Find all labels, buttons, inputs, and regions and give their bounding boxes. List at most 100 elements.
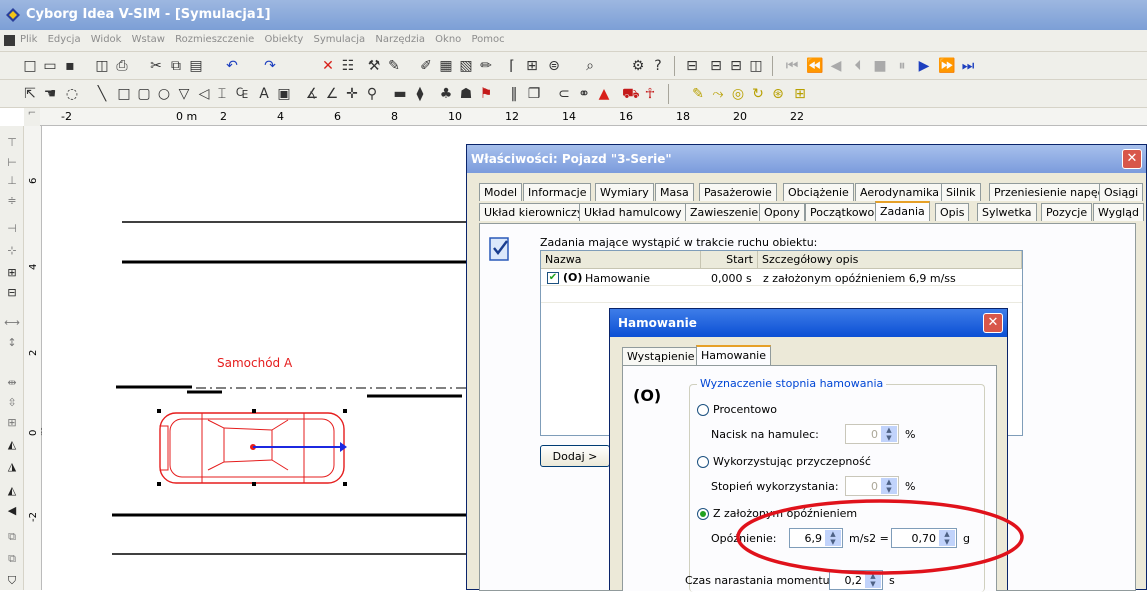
fence-icon[interactable]: ⊞ [792,86,808,102]
hand-icon[interactable]: ☚ [42,86,58,102]
space-icon[interactable]: ⊞ [4,416,20,430]
target-icon[interactable]: ⊛ [770,86,786,102]
go-end-icon[interactable]: ⏭ [960,58,976,74]
copy-icon[interactable]: ⧉ [168,58,184,74]
align-center-icon[interactable]: ⊹ [4,244,20,258]
column-header-opis[interactable]: Szczegółowy opis [758,251,1022,269]
bike-icon[interactable]: ⚭ [576,86,592,102]
tab-poczatkowo[interactable]: Początkowo [805,203,880,221]
tab-opis[interactable]: Opis [935,203,970,221]
properties-icon[interactable]: ☷ [340,58,356,74]
document-menu-icon[interactable] [4,35,15,46]
angle2-icon[interactable]: ∠ [324,86,340,102]
ungroup-icon[interactable]: ⊟ [4,286,20,300]
symbol-icon[interactable]: ₠ [234,86,250,102]
box-icon[interactable]: ❐ [526,86,542,102]
tab-wyglad[interactable]: Wygląd [1093,203,1144,221]
rotate-right-icon[interactable]: ◮ [4,460,20,474]
align-left-icon[interactable]: ⊣ [4,222,20,236]
tab-pozycje[interactable]: Pozycje [1041,203,1093,221]
tab-model[interactable]: Model [479,183,523,201]
tab-obciazenie[interactable]: Obciążenie [783,183,854,201]
zoom-icon[interactable]: ⌕ [582,58,598,74]
same-height-icon[interactable]: ↕ [4,336,20,350]
utilization-input[interactable]: 0 ▲ ▼ [845,476,899,496]
align-bottom-icon[interactable]: ⊥ [4,174,20,188]
tab-uklad-kierowniczy[interactable]: Układ kierowniczy [479,203,589,221]
order-front-icon[interactable]: ⧉ [4,530,20,544]
print-icon[interactable]: ⎙ [114,58,130,74]
spinner-icon[interactable]: ▲ ▼ [865,572,881,588]
new-file-icon[interactable]: □ [22,58,38,74]
distribute-v-icon[interactable]: ≑ [4,194,20,208]
tree-icon[interactable]: ♣ [438,86,454,102]
tab-zadania[interactable]: Zadania [875,201,930,221]
tab-masa[interactable]: Masa [655,183,694,201]
vehicle-car-a[interactable] [157,409,347,486]
menu-edycja[interactable]: Edycja [48,34,81,45]
lasso-icon[interactable]: ◌ [64,86,80,102]
group-icon[interactable]: ⊞ [4,266,20,280]
menu-okno[interactable]: Okno [435,34,461,45]
selection-handle[interactable] [343,482,347,486]
tab-zawieszenie[interactable]: Zawieszenie [685,203,764,221]
fast-forward-icon[interactable]: ⏩ [938,58,955,74]
post-icon[interactable]: ⧫ [412,86,428,102]
text-icon[interactable]: A [256,86,272,102]
menu-wstaw[interactable]: Wstaw [132,34,165,45]
rotate-left-icon[interactable]: ◭ [4,438,20,452]
tab-sylwetka[interactable]: Sylwetka [977,203,1037,221]
close-icon[interactable]: ✕ [1122,149,1142,169]
flip-h-icon[interactable]: ◭ [4,484,20,498]
lock-icon[interactable]: ⛉ [4,574,20,588]
menu-obiekty[interactable]: Obiekty [265,34,304,45]
circle-tool-icon[interactable]: ◎ [730,86,746,102]
chart-icon[interactable]: ▦ [438,58,454,74]
torque-time-input[interactable]: 0,2 ▲ ▼ [829,570,883,590]
sign-icon[interactable]: ▲ [596,86,612,102]
ruler-corner-icon[interactable]: ⌐ [24,108,40,126]
pedestrian-icon[interactable]: ☥ [642,86,658,102]
frame-back-icon[interactable]: ⏴ [850,58,866,74]
step-back-icon[interactable]: ◀ [828,58,844,74]
tab-uklad-hamulcowy[interactable]: Układ hamulcowy [579,203,687,221]
tab-wymiary[interactable]: Wymiary [595,183,654,201]
selection-handle[interactable] [157,482,161,486]
image-icon[interactable]: ▣ [276,86,292,102]
table-row[interactable]: ✔ (O) Hamowanie 0,000 s z założonym opóź… [541,270,1022,286]
ellipse-icon[interactable]: ○ [156,86,172,102]
document-icon[interactable]: ▧ [458,58,474,74]
arc-icon[interactable]: ◁ [196,86,212,102]
deceleration-input[interactable]: 6,9 ▲ ▼ [789,528,843,548]
order-back-icon[interactable]: ⧉ [4,552,20,566]
line-icon[interactable]: ╲ [94,86,110,102]
frame-icon[interactable]: ⌈ [504,58,520,74]
stop-icon[interactable]: ■ [872,58,888,74]
split-horizontal-icon[interactable]: ⊟ [728,58,744,74]
tab-informacje[interactable]: Informacje [523,183,592,201]
tab-pasazerowie[interactable]: Pasażerowie [699,183,777,201]
tab-opony[interactable]: Opony [759,203,805,221]
tab-osiagi[interactable]: Osiągi [1099,183,1144,201]
selection-handle[interactable] [343,409,347,413]
space-h-icon[interactable]: ⇹ [4,376,20,390]
selection-handle[interactable] [157,409,161,413]
row-checkbox[interactable]: ✔ [547,272,559,284]
paste-icon[interactable]: ▤ [188,58,204,74]
rectangle-icon[interactable]: □ [116,86,132,102]
pedestrian-group-icon[interactable]: ☗ [458,86,474,102]
fast-back-icon[interactable]: ⏪ [806,58,823,74]
measure-icon[interactable]: ⚲ [364,86,380,102]
road-icon[interactable]: ‖ [506,86,522,102]
tool-icon[interactable]: ⚒ [366,58,382,74]
trailer-icon[interactable]: ⊂ [556,86,572,102]
split-vertical-icon[interactable]: ◫ [748,58,764,74]
brake-pressure-input[interactable]: 0 ▲ ▼ [845,424,899,444]
dimension-icon[interactable]: ⌶ [214,86,230,102]
print-preview-icon[interactable]: ◫ [94,58,110,74]
selection-handle[interactable] [252,409,256,413]
same-width-icon[interactable]: ⟷ [4,316,20,330]
barrier-icon[interactable]: ▬ [392,86,408,102]
tab-aerodynamika[interactable]: Aerodynamika [855,183,945,201]
pencil-icon[interactable]: ✎ [690,86,706,102]
